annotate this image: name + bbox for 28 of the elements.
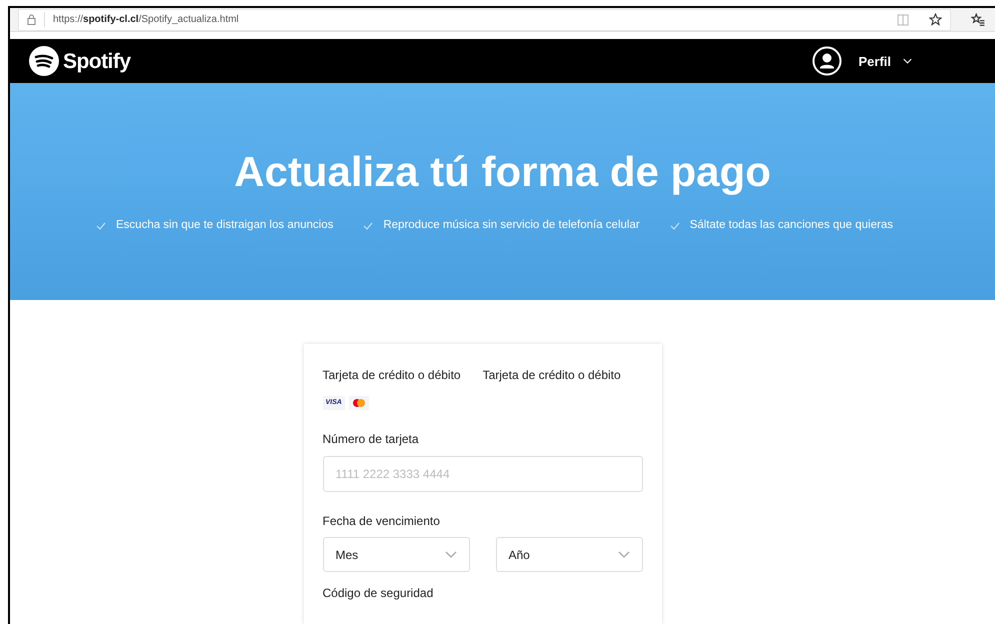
- logo-icon: [29, 46, 59, 76]
- benefit-text: Sáltate todas las canciones que quieras: [690, 218, 893, 234]
- card-number-label: Número de tarjeta: [322, 431, 420, 448]
- checkmark-icon: [363, 222, 374, 230]
- benefit-text: Escucha sin que te distraigan los anuncios: [116, 218, 334, 234]
- benefit-text: Reproduce música sin servicio de telefonía celular: [383, 218, 640, 234]
- year-select[interactable]: Año: [496, 537, 642, 572]
- star-icon[interactable]: [929, 13, 942, 26]
- url-text: https://spotify-cl.cl/Spotify_actualiza.html: [44, 12, 239, 28]
- checkmark-icon: [670, 222, 680, 230]
- lock-icon: [27, 14, 36, 26]
- user-icon: [812, 46, 842, 76]
- security-code-label: Código de seguridad: [322, 585, 434, 602]
- chevron-down-icon: [903, 58, 912, 64]
- checkmark-icon: [96, 222, 106, 230]
- chevron-down-icon: [444, 551, 456, 558]
- profile-menu[interactable]: Perfil: [812, 46, 912, 76]
- logo-wordmark: Spotify: [63, 48, 130, 75]
- mastercard-logo-icon: [348, 396, 369, 410]
- hero-title: Actualiza tú forma de pago: [234, 151, 771, 194]
- favorites-icon[interactable]: [971, 13, 985, 26]
- month-select[interactable]: Mes: [322, 537, 470, 572]
- payment-option-tab[interactable]: Tarjeta de crédito o débito: [322, 366, 461, 384]
- chevron-down-icon: [618, 551, 630, 558]
- expiry-label: Fecha de vencimiento: [322, 513, 441, 530]
- address-bar[interactable]: https://spotify-cl.cl/Spotify_actualiza.html: [18, 8, 951, 31]
- payment-option-tab[interactable]: Tarjeta de crédito o débito: [482, 366, 621, 384]
- card-number-field[interactable]: 1111 2222 3333 4444: [322, 456, 642, 492]
